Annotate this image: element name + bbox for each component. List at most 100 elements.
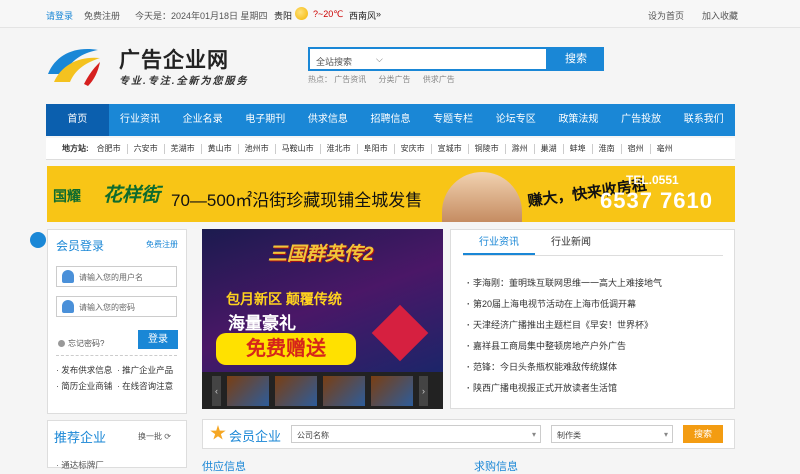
city-link[interactable]: 合肥市	[91, 143, 128, 154]
refresh-button[interactable]: 换一批 ⟳	[138, 431, 171, 442]
banner-tel: 6537 7610	[600, 188, 713, 213]
news-tabs: 行业资讯 行业新闻	[463, 230, 723, 256]
city-link[interactable]: 铜陵市	[469, 143, 506, 154]
city-link[interactable]: 亳州	[651, 144, 679, 154]
hot-item[interactable]: 广告资讯	[334, 75, 366, 84]
type-select[interactable]: 制作类 ▾	[551, 425, 673, 443]
nav-policy[interactable]: 政策法规	[547, 104, 610, 136]
nav-ejournal[interactable]: 电子期刊	[234, 104, 297, 136]
city-link[interactable]: 马鞍山市	[276, 143, 321, 154]
slide-thumb[interactable]	[275, 375, 317, 406]
forgot-password-link[interactable]: 忘记密码?	[58, 338, 104, 349]
search-input[interactable]: 全站搜索 ⌵	[308, 47, 548, 71]
news-item[interactable]: 范锋：今日头条瓶权能难敌传统媒体	[467, 357, 662, 378]
tab-industry-info[interactable]: 行业资讯	[463, 230, 535, 255]
date-text: 今天是：2024年01月18日 星期四	[135, 11, 268, 21]
slide-thumbnails: ‹ ›	[202, 372, 443, 409]
banner-brand: 国耀	[53, 188, 81, 204]
nav-topics[interactable]: 专题专栏	[422, 104, 485, 136]
member-title: 会员企业	[229, 429, 282, 444]
city-link[interactable]: 宿州	[622, 143, 651, 154]
city-link[interactable]: 阜阳市	[358, 143, 395, 154]
slide-thumb[interactable]	[371, 375, 413, 406]
star-icon	[210, 425, 226, 440]
recommend-panel: 推荐企业 换一批 ⟳ · 通达标牌厂	[47, 420, 187, 471]
nav-supply[interactable]: 供求信息	[297, 104, 360, 136]
nav-home[interactable]: 首页	[46, 104, 109, 136]
chevron-down-icon[interactable]: ⌵	[376, 54, 383, 65]
password-placeholder: 请输入您的密码	[79, 303, 135, 312]
demand-heading: 求购信息	[474, 461, 518, 473]
city-link[interactable]: 芜湖市	[165, 143, 202, 154]
hot-item[interactable]: 分类广告	[378, 75, 410, 84]
nav-jobs[interactable]: 招聘信息	[359, 104, 422, 136]
supply-heading: 供应信息	[202, 461, 246, 473]
news-item[interactable]: 李海刚：董明珠互联网思维一一高大上难接地气	[467, 273, 662, 294]
city-link[interactable]: 滁州	[506, 143, 535, 154]
city-bar: 地方站: 合肥市 六安市 芜湖市 黄山市 池州市 马鞍山市 淮北市 阜阳市 安庆…	[46, 138, 735, 160]
member-links: · 发布供求信息 · 推广企业产品 · 简历企业商铺 · 在线咨询注意	[56, 362, 173, 394]
username-field[interactable]: 请输入您的用户名	[56, 266, 177, 287]
username-placeholder: 请输入您的用户名	[79, 273, 143, 282]
divider	[56, 355, 177, 356]
news-item[interactable]: 天津经济广播推出主题栏目《早安！世界杯》	[467, 315, 662, 336]
chevron-right-icon[interactable]: »	[376, 9, 381, 19]
register-link[interactable]: 免费注册	[84, 9, 120, 22]
nav-industry-news[interactable]: 行业资讯	[109, 104, 172, 136]
banner-name: 花样街	[103, 185, 161, 206]
search-button[interactable]: 搜索	[548, 47, 604, 71]
city-link[interactable]: 巢湖	[535, 143, 564, 154]
main-nav: 首页 行业资讯 企业名录 电子期刊 供求信息 招聘信息 专题专栏 论坛专区 政策…	[46, 104, 735, 136]
nav-directory[interactable]: 企业名录	[171, 104, 234, 136]
city-link[interactable]: 淮北市	[321, 143, 358, 154]
news-item[interactable]: 第20届上海电视节活动在上海市低调开幕	[467, 294, 662, 315]
slide-thumb[interactable]	[323, 375, 365, 406]
login-button[interactable]: 登录	[138, 330, 178, 349]
add-favorite-link[interactable]: 加入收藏	[702, 9, 738, 22]
city-link[interactable]: 淮南	[593, 143, 622, 154]
set-home-link[interactable]: 设为首页	[648, 9, 684, 22]
banner-text: 70—500㎡沿街珍藏现铺全城发售	[171, 191, 423, 210]
sun-icon	[295, 7, 308, 20]
news-item[interactable]: 陕西广播电视报正式开放读者生活馆	[467, 378, 662, 399]
banner-ad[interactable]: 国耀 花样街 70—500㎡沿街珍藏现铺全城发售 赚大，快来收房租 TEL.05…	[47, 166, 735, 222]
register-link[interactable]: 免费注册	[146, 239, 178, 250]
chevron-right-icon[interactable]: ›	[419, 375, 428, 406]
city-link[interactable]: 安庆市	[395, 143, 432, 154]
member-search-button[interactable]: 搜索	[683, 425, 723, 443]
city-link[interactable]: 宣城市	[432, 143, 469, 154]
city-link[interactable]: 池州市	[239, 143, 276, 154]
hot-item[interactable]: 供求广告	[423, 75, 455, 84]
nav-advertise[interactable]: 广告投放	[610, 104, 673, 136]
news-item[interactable]: 嘉祥县工商局集中整顿房地产户外广告	[467, 336, 662, 357]
lock-icon	[62, 300, 74, 313]
member-link[interactable]: · 发布供求信息	[56, 365, 112, 375]
recommend-item[interactable]: · 通达标牌厂	[56, 459, 104, 471]
member-link[interactable]: · 推广企业产品	[117, 365, 173, 375]
gem-image	[371, 304, 429, 362]
game-line3: 免费赠送	[216, 333, 356, 365]
slide-thumb[interactable]	[227, 375, 269, 406]
hot-keywords: 热点： 广告资讯 分类广告 供求广告	[308, 74, 465, 85]
site-name[interactable]: 广告企业网	[119, 44, 229, 74]
login-link[interactable]: 请登录	[46, 9, 73, 22]
password-field[interactable]: 请输入您的密码	[56, 296, 177, 317]
member-link[interactable]: · 在线咨询注意	[117, 381, 173, 391]
city-link[interactable]: 黄山市	[202, 143, 239, 154]
nav-contact[interactable]: 联系我们	[672, 104, 735, 136]
member-link[interactable]: · 简历企业商铺	[56, 381, 112, 391]
chevron-left-icon[interactable]: ‹	[212, 375, 221, 406]
city-link[interactable]: 六安市	[128, 143, 165, 154]
game-ad[interactable]: 三国群英传2 包月新区 颠覆传统 海量豪礼 免费赠送 ‹ ›	[202, 229, 443, 409]
banner-person-image	[442, 172, 522, 222]
nav-forum[interactable]: 论坛专区	[484, 104, 547, 136]
search-placeholder: 全站搜索	[316, 57, 353, 67]
user-icon	[30, 232, 46, 248]
news-list: 李海刚：董明珠互联网思维一一高大上难接地气 第20届上海电视节活动在上海市低调开…	[467, 273, 662, 399]
city-link[interactable]: 蚌埠	[564, 143, 593, 154]
tab-industry-news[interactable]: 行业新闻	[535, 230, 607, 255]
company-name-select[interactable]: 公司名称 ▾	[291, 425, 541, 443]
game-line1: 包月新区 颠覆传统	[226, 291, 342, 307]
logo-icon[interactable]	[46, 44, 102, 86]
site-slogan: 专业.专注.全新为您服务	[119, 76, 249, 87]
